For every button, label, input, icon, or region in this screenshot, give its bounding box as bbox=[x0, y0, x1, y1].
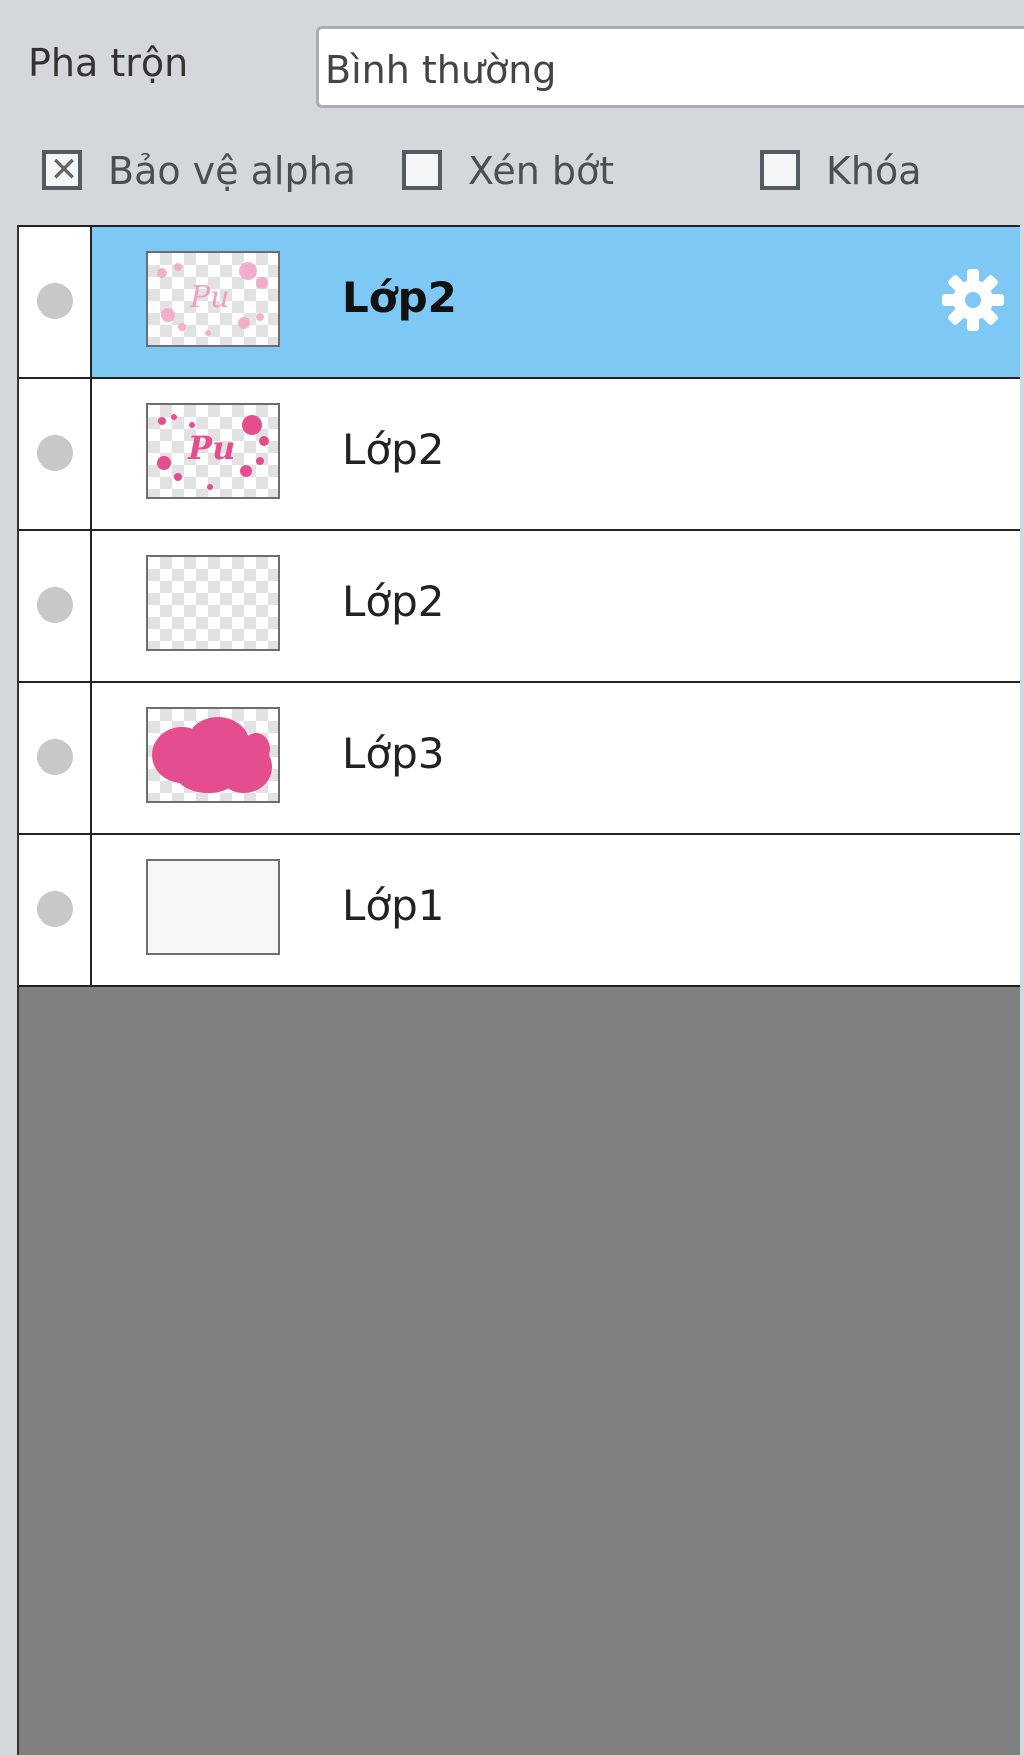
layer-row[interactable]: Lớp3 bbox=[19, 681, 1020, 833]
layer-row[interactable]: Lớp1 bbox=[19, 833, 1020, 987]
visibility-cell[interactable] bbox=[19, 683, 92, 833]
layer-row[interactable]: Pu Lớp2 bbox=[19, 225, 1020, 377]
visibility-dot-icon[interactable] bbox=[37, 283, 73, 319]
visibility-cell[interactable] bbox=[19, 379, 92, 529]
checkbox-x-icon: ✕ bbox=[49, 150, 79, 190]
visibility-dot-icon[interactable] bbox=[37, 435, 73, 471]
gear-icon[interactable] bbox=[938, 265, 1008, 335]
layer-main[interactable]: Lớp2 bbox=[92, 531, 1020, 681]
blend-mode-select[interactable]: Bình thường bbox=[316, 26, 1024, 108]
layer-row[interactable]: Lớp2 bbox=[19, 529, 1020, 681]
visibility-cell[interactable] bbox=[19, 227, 92, 377]
alpha-protect-checkbox[interactable]: ✕ bbox=[42, 150, 82, 190]
visibility-cell[interactable] bbox=[19, 531, 92, 681]
layer-thumbnail: Pu bbox=[146, 403, 280, 499]
visibility-dot-icon[interactable] bbox=[37, 891, 73, 927]
layer-main[interactable]: Lớp3 bbox=[92, 683, 1020, 833]
layer-name: Lớp1 bbox=[342, 881, 445, 930]
layer-name: Lớp2 bbox=[342, 425, 445, 474]
layer-main[interactable]: Pu Lớp2 bbox=[92, 227, 1020, 377]
layer-thumbnail bbox=[146, 859, 280, 955]
light-pink-text-icon: Pu bbox=[157, 262, 268, 336]
layer-name: Lớp2 bbox=[342, 273, 457, 322]
clip-checkbox[interactable] bbox=[402, 150, 442, 190]
blend-mode-label: Pha trộn bbox=[28, 41, 189, 85]
lock-label: Khóa bbox=[826, 149, 922, 193]
pink-blob-icon bbox=[152, 717, 272, 793]
visibility-dot-icon[interactable] bbox=[37, 739, 73, 775]
pink-text-icon: Pu bbox=[157, 414, 269, 490]
layer-main[interactable]: Pu Lớp2 bbox=[92, 379, 1020, 529]
layers-panel: Pu Lớp2 Pu Lớp2 Lớp2 Lớp3 Lớp1 bbox=[17, 225, 1020, 1755]
layer-thumbnail bbox=[146, 555, 280, 651]
visibility-cell[interactable] bbox=[19, 835, 92, 985]
clip-label: Xén bớt bbox=[468, 149, 615, 193]
layer-name: Lớp3 bbox=[342, 729, 445, 778]
blend-mode-value: Bình thường bbox=[325, 48, 557, 92]
layer-name: Lớp2 bbox=[342, 577, 445, 626]
svg-text:Pu: Pu bbox=[189, 280, 230, 315]
layer-thumbnail bbox=[146, 707, 280, 803]
alpha-protect-label: Bảo vệ alpha bbox=[108, 149, 356, 193]
visibility-dot-icon[interactable] bbox=[37, 587, 73, 623]
lock-checkbox[interactable] bbox=[760, 150, 800, 190]
layer-row[interactable]: Pu Lớp2 bbox=[19, 377, 1020, 529]
layer-thumbnail: Pu bbox=[146, 251, 280, 347]
svg-text:Pu: Pu bbox=[187, 429, 235, 467]
layer-main[interactable]: Lớp1 bbox=[92, 835, 1020, 985]
